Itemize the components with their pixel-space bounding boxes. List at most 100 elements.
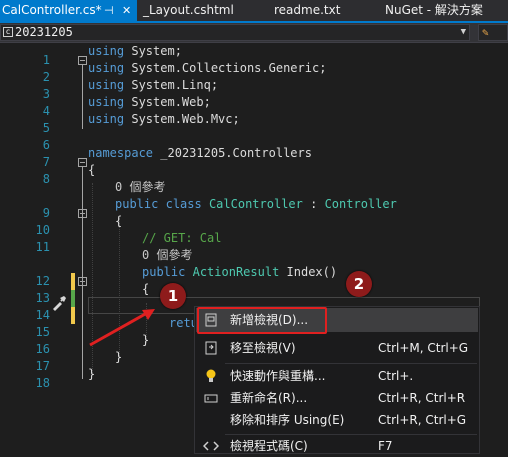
project-name: 20231205 — [15, 25, 73, 39]
brace: } — [115, 350, 123, 364]
arrow-annotation — [89, 309, 155, 347]
keyword: using — [88, 112, 125, 126]
change-marker — [71, 273, 75, 290]
keyword: using — [88, 78, 125, 92]
keyword: using — [88, 95, 125, 109]
code-line: public ActionResult Index() — [142, 264, 337, 281]
lightbulb-icon — [206, 369, 216, 382]
namespace-name: _20231205.Controllers — [160, 146, 312, 160]
colon: : — [310, 197, 318, 211]
collapse-icon[interactable] — [78, 209, 87, 218]
code-line: using System.Web; — [88, 94, 211, 111]
line-number: 18 — [35, 376, 50, 390]
highlight-box — [197, 307, 327, 334]
keyword: class — [165, 197, 202, 211]
namespace-ref: System.Web.Mvc; — [131, 112, 240, 126]
keyword: using — [88, 61, 125, 75]
code-line: using System.Linq; — [88, 77, 218, 94]
namespace-ref: System.Collections.Generic; — [131, 61, 327, 75]
keyword: public — [115, 197, 159, 211]
change-marker — [71, 307, 75, 324]
line-number: 11 — [35, 240, 50, 254]
code-line: { — [142, 281, 149, 298]
menu-item-label: 快速動作與重構... — [230, 369, 326, 383]
brace: } — [88, 367, 96, 381]
menu-item-remove-sort-usings[interactable]: 移除和排序 Using(E) Ctrl+R, Ctrl+G — [197, 409, 477, 431]
tab-nuget[interactable]: NuGet - 解決方案 — [385, 0, 483, 21]
reference-count[interactable]: 0 個參考 — [142, 247, 192, 264]
menu-separator — [225, 363, 477, 364]
line-number: 6 — [42, 138, 50, 152]
menu-item-label: 移除和排序 Using(E) — [230, 413, 345, 427]
class-name: CalController — [208, 197, 303, 211]
code-line: } — [115, 349, 122, 366]
chevron-down-icon[interactable]: ▼ — [461, 25, 466, 40]
project-icon: c — [3, 27, 13, 37]
line-number: 5 — [42, 121, 50, 135]
line-number: 17 — [35, 359, 50, 373]
type-name: ActionResult — [192, 265, 280, 279]
namespace-ref: System; — [131, 44, 182, 58]
tab-readme[interactable]: readme.txt — [274, 0, 340, 21]
change-marker — [71, 290, 75, 307]
code-line: } — [88, 366, 95, 383]
keyword: namespace — [88, 146, 154, 160]
line-number: 10 — [35, 223, 50, 237]
menu-item-shortcut: Ctrl+R, Ctrl+R — [378, 391, 466, 405]
tab-label: _Layout.cshtml — [143, 3, 234, 17]
tab-bar: CalController.cs* ⊣ ✕ _Layout.cshtml rea… — [0, 0, 508, 21]
menu-item-shortcut: Ctrl+M, Ctrl+G — [378, 341, 469, 355]
namespace-ref: System.Web; — [131, 95, 211, 109]
line-number: 12 — [35, 274, 50, 288]
collapse-icon[interactable] — [78, 158, 87, 167]
go-to-view-icon — [205, 341, 217, 355]
brace: { — [115, 214, 123, 228]
code-line: namespace _20231205.Controllers — [88, 145, 312, 162]
line-number: 8 — [42, 172, 50, 186]
collapse-icon[interactable] — [78, 56, 87, 65]
navigation-bar: c 20231205 ▼ ✎ — [0, 23, 508, 43]
tab-label: CalController.cs* — [2, 3, 102, 17]
fold-line — [82, 167, 83, 379]
code-line: using System; — [88, 43, 182, 60]
line-number: 16 — [35, 342, 50, 356]
code-line: public class CalController : Controller — [115, 196, 397, 213]
collapse-icon[interactable] — [78, 277, 87, 286]
tab-label: readme.txt — [274, 3, 341, 17]
line-number: 1 — [42, 53, 50, 67]
tab-calcontroller[interactable]: CalController.cs* ⊣ ✕ — [0, 0, 137, 21]
member-dropdown[interactable]: ✎ — [478, 24, 508, 41]
code-line: using System.Collections.Generic; — [88, 60, 326, 77]
step-badge-1: 1 — [160, 283, 186, 309]
namespace-ref: System.Linq; — [131, 78, 219, 92]
menu-item-label: 重新命名(R)... — [230, 391, 308, 405]
tab-label: NuGet - 解決方案 — [385, 3, 483, 17]
fold-line — [82, 65, 83, 129]
line-number: 4 — [42, 104, 50, 118]
rename-icon — [204, 394, 218, 403]
close-icon[interactable]: ✕ — [122, 0, 131, 21]
base-class-name: Controller — [324, 197, 397, 211]
comment: // GET: Cal — [142, 231, 222, 245]
line-number: 13 — [35, 291, 50, 305]
quick-action-icon[interactable] — [50, 294, 68, 312]
tab-layout[interactable]: _Layout.cshtml — [143, 0, 234, 21]
line-number: 9 — [42, 206, 50, 220]
menu-item-shortcut: Ctrl+R, Ctrl+G — [378, 413, 467, 427]
menu-item-label: 移至檢視(V) — [230, 341, 296, 355]
menu-item-rename[interactable]: 重新命名(R)... Ctrl+R, Ctrl+R — [197, 387, 477, 409]
line-number: 3 — [42, 87, 50, 101]
reference-count[interactable]: 0 個參考 — [115, 179, 165, 196]
keyword: public — [142, 265, 186, 279]
menu-item-quick-actions[interactable]: 快速動作與重構... Ctrl+. — [197, 365, 477, 387]
project-dropdown[interactable]: c 20231205 ▼ — [0, 24, 470, 41]
pin-icon[interactable]: ⊣ — [104, 0, 114, 21]
menu-item-go-to-view[interactable]: 移至檢視(V) Ctrl+M, Ctrl+G — [197, 337, 477, 359]
brace: { — [142, 282, 150, 296]
line-number: 2 — [42, 70, 50, 84]
method-name: Index() — [286, 265, 338, 279]
menu-item-shortcut: Ctrl+. — [378, 369, 414, 383]
code-icon — [203, 441, 219, 451]
step-badge-2: 2 — [346, 271, 372, 297]
class-icon: ✎ — [482, 26, 489, 39]
